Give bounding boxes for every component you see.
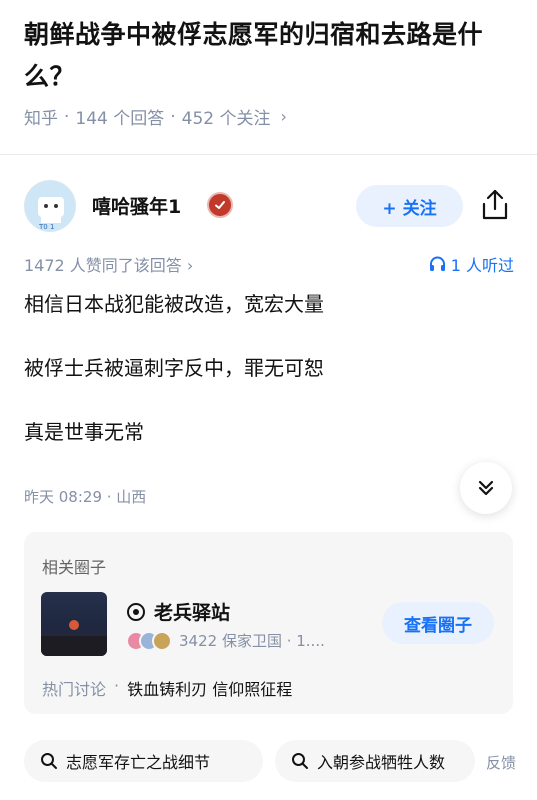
divider bbox=[0, 154, 537, 155]
question-meta[interactable]: 知乎 · 144 个回答 · 452 个关注 › bbox=[24, 104, 287, 130]
follower-count: 452 个关注 bbox=[181, 109, 271, 129]
related-circle-title: 相关圈子 bbox=[42, 558, 107, 577]
circle-target-icon bbox=[127, 602, 145, 621]
search-chip[interactable]: 志愿军存亡之战细节 bbox=[24, 740, 263, 782]
meta-separator: · bbox=[64, 106, 70, 127]
listen-count[interactable]: 1 人听过 bbox=[429, 252, 514, 276]
hot-discussion-label: 热门讨论 bbox=[42, 680, 107, 699]
agree-label: 1472 人赞同了该回答 bbox=[24, 256, 182, 275]
answer-paragraph: 被俘士兵被逼刺字反中，罪无可恕 bbox=[24, 356, 324, 380]
feedback-link[interactable]: 反馈 bbox=[480, 752, 517, 773]
meta-separator: · bbox=[170, 106, 176, 127]
answer-time-location: 昨天 08:29 · 山西 bbox=[24, 488, 147, 506]
search-icon bbox=[292, 753, 308, 769]
circle-thumbnail bbox=[41, 592, 107, 656]
related-search-chips: 志愿军存亡之战细节 入朝参战牺牲人数 反馈 bbox=[24, 740, 537, 782]
author-name[interactable]: 嘻哈骚年1 bbox=[92, 192, 181, 219]
answer-stats: 1472 人赞同了该回答 › 1 人听过 bbox=[24, 252, 514, 276]
view-circle-button[interactable]: 查看圈子 bbox=[382, 602, 494, 644]
moon-shape bbox=[69, 620, 79, 630]
source-label: 知乎 bbox=[24, 109, 58, 129]
circle-name-label: 老兵驿站 bbox=[154, 602, 231, 624]
search-chip[interactable]: 入朝参战牺牲人数 bbox=[275, 740, 475, 782]
circle-member-count: 3422 保家卫国 · 1.... bbox=[179, 632, 325, 650]
search-icon bbox=[41, 753, 57, 769]
hot-topic: 铁血铸利刃 信仰照征程 bbox=[127, 680, 293, 699]
search-chip-label: 志愿军存亡之战细节 bbox=[66, 753, 211, 772]
verified-badge-icon bbox=[207, 192, 233, 218]
double-chevron-down-icon bbox=[478, 480, 494, 496]
agree-count[interactable]: 1472 人赞同了该回答 › bbox=[24, 252, 193, 276]
svg-text:T0 1: T0 1 bbox=[38, 223, 54, 231]
question-title[interactable]: 朝鲜战争中被俘志愿军的归宿和去路是什么？ bbox=[24, 14, 519, 98]
avatar[interactable]: T0 1 bbox=[24, 180, 76, 232]
ground-shape bbox=[41, 636, 107, 656]
answer-paragraph: 相信日本战犯能被改造，宽宏大量 bbox=[24, 292, 324, 316]
expand-button[interactable] bbox=[460, 462, 512, 514]
circle-members: 3422 保家卫国 · 1.... bbox=[126, 630, 325, 651]
follow-button[interactable]: + 关注 bbox=[356, 185, 463, 227]
member-avatar bbox=[152, 630, 172, 651]
circle-name[interactable]: 老兵驿站 bbox=[126, 598, 230, 625]
chevron-right-icon: › bbox=[186, 256, 194, 275]
answer-paragraph: 真是世事无常 bbox=[24, 420, 144, 444]
headphones-icon bbox=[429, 256, 445, 271]
share-icon[interactable] bbox=[480, 188, 510, 222]
hot-discussion-row[interactable]: 热门讨论 · 铁血铸利刃 信仰照征程 bbox=[42, 676, 292, 700]
chevron-right-icon: › bbox=[280, 107, 287, 126]
answer-count: 144 个回答 bbox=[75, 109, 165, 129]
search-chip-label: 入朝参战牺牲人数 bbox=[317, 753, 446, 772]
member-avatars bbox=[126, 630, 172, 651]
related-circle-card[interactable]: 相关圈子 老兵驿站 3422 保家卫国 · 1.... 查看圈子 热门讨论 · … bbox=[24, 532, 513, 714]
hot-separator: · bbox=[114, 676, 120, 695]
author-row: T0 1 嘻哈骚年1 + 关注 bbox=[24, 180, 514, 234]
listen-label: 1 人听过 bbox=[450, 256, 514, 275]
